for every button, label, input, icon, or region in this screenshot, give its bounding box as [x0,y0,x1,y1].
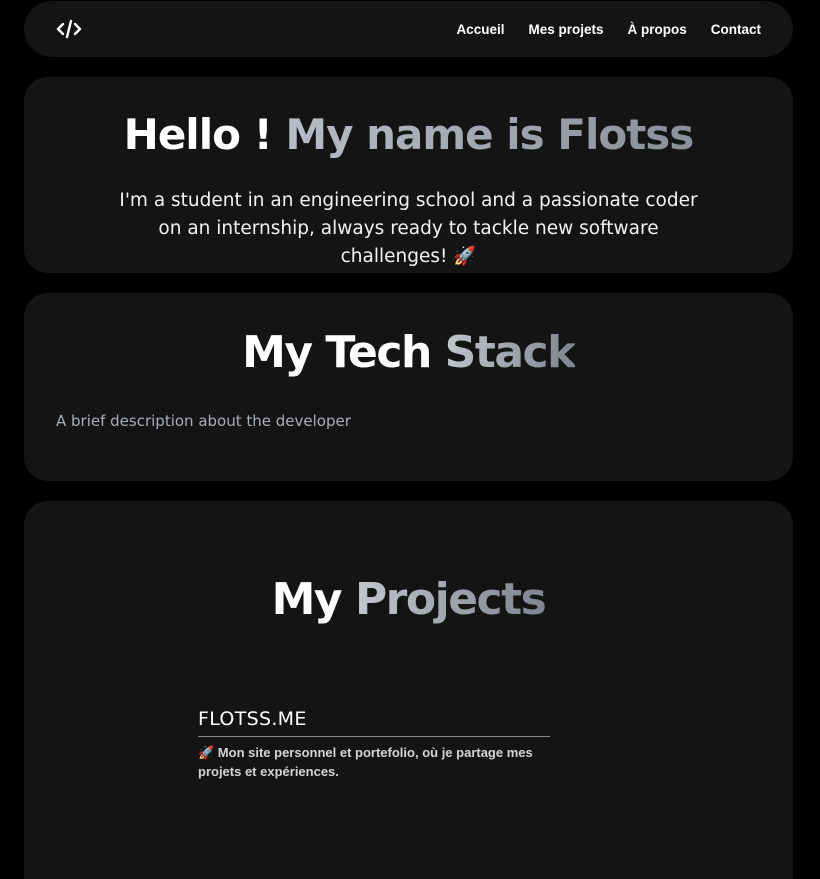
tech-stack-title: My Tech Stack [24,327,793,378]
projects-section: My Projects FLOTSS.ME 🚀 Mon site personn… [24,501,793,879]
hero-intro-text: I'm a student in an engineering school a… [119,190,698,267]
project-name[interactable]: FLOTSS.ME [198,708,550,737]
hero-title-gradient: My name is Flotss [285,110,694,159]
projects-title: My Projects [24,574,793,625]
page: Accueil Mes projets À propos Contact Hel… [0,0,820,879]
hero-title: Hello ! My name is Flotss [24,110,793,159]
projects-title-gradient: Projects [354,574,547,625]
tech-stack-title-white: My Tech [242,327,445,378]
hero-title-white: Hello ! [123,110,286,159]
tech-stack-section: My Tech Stack A brief description about … [24,293,793,481]
tech-stack-description: A brief description about the developer [56,412,351,430]
nav-links: Accueil Mes projets À propos Contact [456,22,761,37]
nav-link-a-propos[interactable]: À propos [628,22,687,37]
navbar: Accueil Mes projets À propos Contact [24,1,793,57]
projects-title-white: My [271,574,355,625]
tech-stack-title-gradient: Stack [444,327,577,378]
project-card[interactable]: FLOTSS.ME 🚀 Mon site personnel et portef… [198,708,550,781]
hero-section: Hello ! My name is Flotss I'm a student … [24,77,793,273]
nav-link-contact[interactable]: Contact [711,22,761,37]
code-icon[interactable] [56,18,82,40]
nav-link-accueil[interactable]: Accueil [456,22,504,37]
nav-link-mes-projets[interactable]: Mes projets [528,22,603,37]
project-description: 🚀 Mon site personnel et portefolio, où j… [198,745,533,779]
